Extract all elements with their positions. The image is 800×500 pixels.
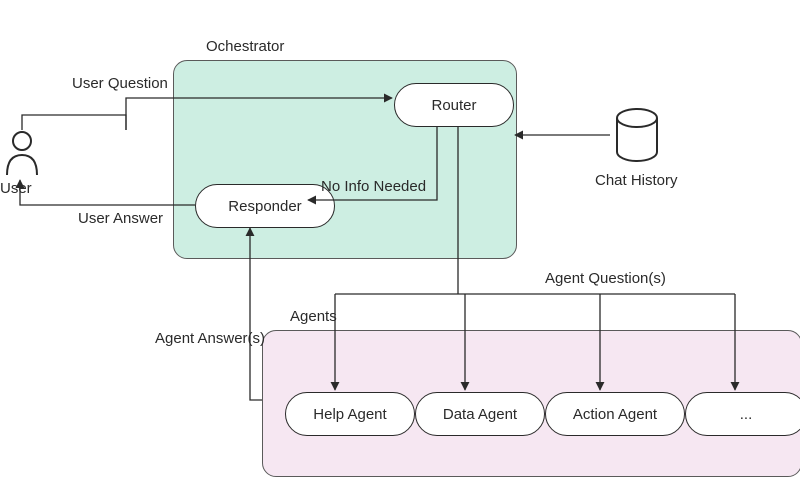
user-icon xyxy=(4,130,40,180)
chat-history-label: Chat History xyxy=(595,172,678,189)
responder-node: Responder xyxy=(195,184,335,228)
agent-node-action: Action Agent xyxy=(545,392,685,436)
responder-label: Responder xyxy=(228,198,301,215)
edge-label-agent-q: Agent Question(s) xyxy=(545,270,666,287)
agent-label: ... xyxy=(740,406,753,423)
edge-label-user-answer: User Answer xyxy=(78,210,163,227)
agent-label: Action Agent xyxy=(573,406,657,423)
edge-label-agent-a: Agent Answer(s) xyxy=(155,330,265,347)
edge-label-no-info: No Info Needed xyxy=(321,178,426,195)
agent-label: Data Agent xyxy=(443,406,517,423)
orchestrator-title: Ochestrator xyxy=(206,38,284,55)
agent-node-help: Help Agent xyxy=(285,392,415,436)
router-label: Router xyxy=(431,97,476,114)
architecture-diagram: User Ochestrator Router Responder Chat H… xyxy=(0,0,800,500)
agent-node-more: ... xyxy=(685,392,800,436)
agent-node-data: Data Agent xyxy=(415,392,545,436)
chat-history-icon xyxy=(613,108,661,168)
agent-label: Help Agent xyxy=(313,406,386,423)
agents-title: Agents xyxy=(290,308,337,325)
user-label: User xyxy=(0,180,32,197)
router-node: Router xyxy=(394,83,514,127)
edge-label-user-question: User Question xyxy=(72,75,168,92)
